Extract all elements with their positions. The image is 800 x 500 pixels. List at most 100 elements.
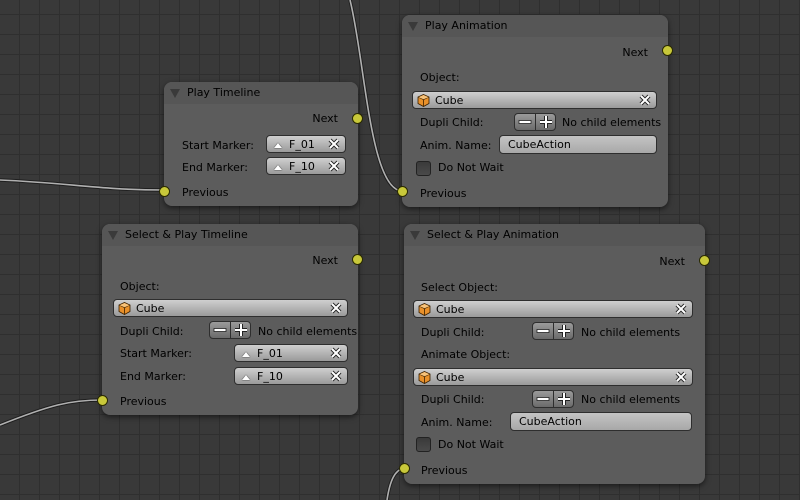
increment-button[interactable] (553, 391, 574, 407)
node-select-play-timeline[interactable]: Select & Play Timeline Next Object: Cube… (97, 224, 363, 415)
dupli-child-status: No child elements (258, 325, 358, 338)
next-output-label: Next (659, 255, 685, 268)
next-output-socket[interactable] (352, 254, 363, 265)
do-not-wait-label: Do Not Wait (438, 161, 504, 174)
clear-x-icon[interactable] (329, 369, 343, 383)
dupli-child-stepper[interactable] (209, 321, 251, 339)
object-label: Object: (420, 71, 460, 84)
start-marker-label: Start Marker: (120, 347, 192, 360)
dupli-child-stepper[interactable] (532, 322, 574, 340)
node-header[interactable]: Play Timeline (164, 82, 358, 104)
end-marker-field[interactable]: F_10 (266, 157, 346, 175)
next-output-socket[interactable] (352, 113, 363, 124)
end-marker-field[interactable]: F_10 (234, 367, 348, 385)
do-not-wait-checkbox[interactable] (416, 161, 431, 176)
dupli-child-label: Dupli Child: (421, 393, 485, 406)
previous-input-socket[interactable] (159, 186, 170, 197)
previous-input-label: Previous (182, 186, 229, 199)
node-title: Play Timeline (187, 86, 261, 99)
minus-icon (536, 397, 550, 401)
previous-input-socket[interactable] (399, 463, 410, 474)
clear-x-icon[interactable] (638, 93, 652, 107)
increment-button[interactable] (535, 114, 556, 130)
animate-object-label: Animate Object: (421, 348, 511, 361)
increment-button[interactable] (230, 322, 251, 338)
node-header[interactable]: Play Animation (402, 15, 668, 37)
wire-to-play-timeline (0, 178, 165, 192)
decrement-button[interactable] (515, 114, 535, 130)
previous-input-label: Previous (421, 464, 468, 477)
clear-x-icon[interactable] (327, 159, 341, 173)
collapse-triangle-icon[interactable] (410, 231, 420, 240)
select-object-field[interactable]: Cube (413, 300, 693, 318)
node-header[interactable]: Select & Play Animation (404, 224, 705, 246)
clear-x-icon[interactable] (329, 301, 343, 315)
do-not-wait-checkbox[interactable] (416, 437, 431, 452)
cube-icon (417, 94, 430, 107)
node-title: Select & Play Timeline (125, 228, 248, 241)
clear-x-icon[interactable] (329, 346, 343, 360)
end-marker-label: End Marker: (120, 370, 186, 383)
previous-input-label: Previous (420, 187, 467, 200)
collapse-triangle-icon[interactable] (408, 22, 418, 31)
object-label: Object: (120, 280, 160, 293)
node-play-timeline[interactable]: Play Timeline Next Start Marker: F_01 En… (159, 82, 363, 206)
previous-input-socket[interactable] (397, 186, 408, 197)
decrement-button[interactable] (533, 391, 553, 407)
node-play-animation[interactable]: Play Animation Next Object: Cube Dupli C… (397, 15, 673, 207)
cube-icon (118, 302, 131, 315)
collapse-triangle-icon[interactable] (108, 231, 118, 240)
next-output-label: Next (312, 254, 338, 267)
increment-button[interactable] (553, 323, 574, 339)
plus-icon (558, 393, 570, 405)
node-title: Play Animation (425, 19, 508, 32)
minus-icon (536, 329, 550, 333)
anim-name-label: Anim. Name: (420, 139, 492, 152)
cube-icon (418, 371, 431, 384)
next-output-socket[interactable] (699, 255, 710, 266)
start-marker-field[interactable]: F_01 (234, 344, 348, 362)
clear-x-icon[interactable] (674, 302, 688, 316)
decrement-button[interactable] (210, 322, 230, 338)
select-object-label: Select Object: (421, 281, 498, 294)
anim-name-input[interactable]: CubeAction (510, 412, 692, 431)
cube-icon (418, 303, 431, 316)
dupli-child-status: No child elements (581, 326, 681, 339)
next-output-label: Next (622, 46, 648, 59)
clear-x-icon[interactable] (674, 370, 688, 384)
previous-input-label: Previous (120, 395, 167, 408)
dupli-child-stepper[interactable] (532, 390, 574, 408)
dupli-child-status: No child elements (581, 393, 681, 406)
plus-icon (558, 325, 570, 337)
dupli-child-status: No child elements (562, 116, 662, 129)
node-title: Select & Play Animation (427, 228, 560, 241)
dupli-child-label: Dupli Child: (120, 325, 184, 338)
clear-x-icon[interactable] (327, 137, 341, 151)
wire-to-select-play-timeline (0, 398, 103, 427)
object-field[interactable]: Cube (113, 299, 348, 317)
plus-icon (540, 116, 552, 128)
decrement-button[interactable] (533, 323, 553, 339)
marker-icon (242, 352, 250, 357)
node-select-play-animation[interactable]: Select & Play Animation Next Select Obje… (399, 224, 710, 484)
animate-object-field[interactable]: Cube (413, 368, 693, 386)
anim-name-label: Anim. Name: (421, 416, 493, 429)
node-header[interactable]: Select & Play Timeline (102, 224, 358, 246)
minus-icon (213, 328, 227, 332)
marker-icon (242, 375, 250, 380)
dupli-child-label: Dupli Child: (421, 326, 485, 339)
next-output-label: Next (312, 112, 338, 125)
next-output-socket[interactable] (662, 45, 673, 56)
marker-icon (274, 165, 282, 170)
minus-icon (518, 120, 532, 124)
start-marker-field[interactable]: F_01 (266, 135, 346, 153)
end-marker-label: End Marker: (182, 161, 248, 174)
collapse-triangle-icon[interactable] (170, 89, 180, 98)
object-field[interactable]: Cube (412, 91, 657, 109)
dupli-child-label: Dupli Child: (420, 116, 484, 129)
marker-icon (274, 143, 282, 148)
do-not-wait-label: Do Not Wait (438, 438, 504, 451)
anim-name-input[interactable]: CubeAction (499, 135, 657, 154)
previous-input-socket[interactable] (97, 395, 108, 406)
dupli-child-stepper[interactable] (514, 113, 556, 131)
